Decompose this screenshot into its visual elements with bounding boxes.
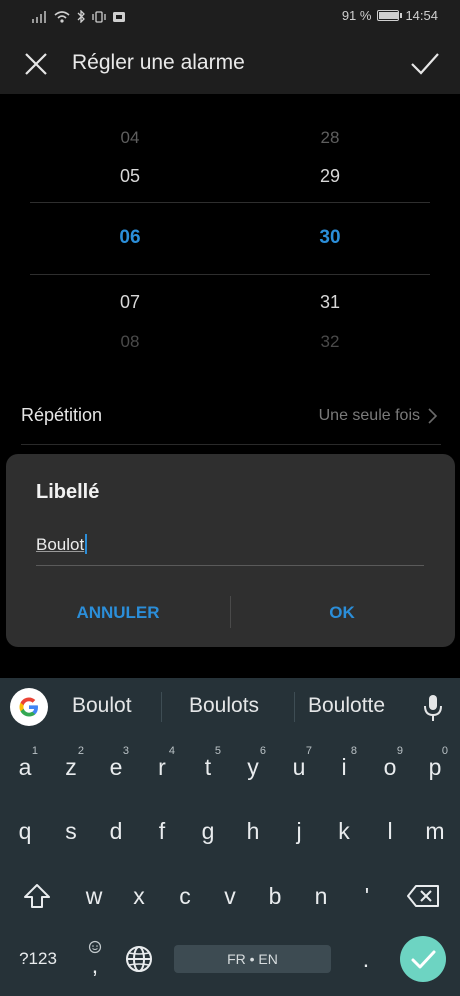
vibrate-icon [92,10,106,23]
key-u[interactable]: u7 [276,742,322,792]
bluetooth-icon [77,10,85,23]
language-key[interactable] [116,934,162,984]
key-p[interactable]: p0 [412,742,458,792]
globe-icon [126,946,152,972]
key-k[interactable]: k [321,806,367,856]
key-t[interactable]: t5 [185,742,231,792]
backspace-key[interactable] [400,871,446,921]
wifi-icon [54,10,70,23]
key-m[interactable]: m [412,806,458,856]
shift-icon [24,884,50,908]
backspace-icon [407,885,439,907]
suggestion-item[interactable]: Boulotte [308,694,385,718]
suggestion-divider [294,692,295,722]
key-v[interactable]: v [207,871,253,921]
key-h[interactable]: h [230,806,276,856]
key-x[interactable]: x [116,871,162,921]
space-bar[interactable]: FR • EN [174,945,331,973]
clock: 14:54 [405,8,438,23]
hour-option[interactable]: 07 [70,292,190,313]
shift-key[interactable] [14,871,60,921]
key-o[interactable]: o9 [367,742,413,792]
battery-icon [377,10,403,21]
suggestion-item[interactable]: Boulot [72,694,132,718]
key-b[interactable]: b [252,871,298,921]
dialog-title: Libellé [36,481,100,503]
signal-icon [32,10,46,23]
emoji-comma-key[interactable]: , [72,934,118,984]
key-apostrophe[interactable]: ' [344,871,390,921]
key-s[interactable]: s [48,806,94,856]
key-e[interactable]: e3 [93,742,139,792]
key-y[interactable]: y6 [230,742,276,792]
key-q[interactable]: q [2,806,48,856]
hour-option[interactable]: 08 [70,332,190,352]
key-c[interactable]: c [162,871,208,921]
label-input-value: Boulot [36,535,85,554]
key-j[interactable]: j [276,806,322,856]
period-key[interactable]: . [343,934,389,984]
minute-option[interactable]: 28 [270,128,390,148]
key-d[interactable]: d [93,806,139,856]
ok-button[interactable]: OK [230,596,454,630]
key-n[interactable]: n [298,871,344,921]
suggestion-bar: Boulot Boulots Boulotte [0,678,460,736]
minute-option[interactable]: 29 [270,166,390,187]
label-dialog: Libellé Boulot ANNULER OK [6,454,455,647]
minute-picker[interactable]: 28 29 30 31 32 [270,94,390,364]
enter-key[interactable] [400,936,446,982]
text-caret [85,534,88,554]
status-icons [32,10,126,23]
minute-option[interactable]: 32 [270,332,390,352]
key-r[interactable]: r4 [139,742,185,792]
hour-option[interactable]: 04 [70,128,190,148]
symbols-key[interactable]: ?123 [10,934,66,984]
divider [21,444,441,445]
minute-selected[interactable]: 30 [270,227,390,249]
key-f[interactable]: f [139,806,185,856]
hour-selected[interactable]: 06 [70,227,190,249]
battery-percent: 91 % [341,8,372,23]
key-i[interactable]: i8 [321,742,367,792]
chevron-right-icon [428,408,438,424]
repeat-value: Une seule fois [318,407,420,424]
app-bar: Régler une alarme [0,34,460,94]
hour-picker[interactable]: 04 05 06 07 08 [70,94,190,364]
key-l[interactable]: l [367,806,413,856]
repeat-row[interactable]: Répétition Une seule fois [0,388,460,444]
repeat-label: Répétition [21,405,103,425]
suggestion-item[interactable]: Boulots [189,694,259,718]
check-icon[interactable] [408,46,442,80]
close-icon[interactable] [20,48,52,80]
key-z[interactable]: z2 [48,742,94,792]
page-title: Régler une alarme [72,51,245,74]
hour-option[interactable]: 05 [70,166,190,187]
status-bar: 91 % 14:54 [0,0,460,34]
key-g[interactable]: g [185,806,231,856]
label-input[interactable]: Boulot [36,534,424,566]
check-icon [411,950,436,969]
cancel-button[interactable]: ANNULER [6,596,230,630]
status-right: 91 % 14:54 [342,8,438,23]
google-logo-icon[interactable] [10,688,48,726]
key-a[interactable]: a1 [2,742,48,792]
suggestion-divider [161,692,162,722]
microphone-icon[interactable] [422,693,444,723]
keyboard: a1 z2 e3 r4 t5 y6 u7 i8 o9 p0 q s d f g … [0,736,460,996]
minute-option[interactable]: 31 [270,292,390,313]
nfc-icon [113,11,125,22]
key-w[interactable]: w [71,871,117,921]
